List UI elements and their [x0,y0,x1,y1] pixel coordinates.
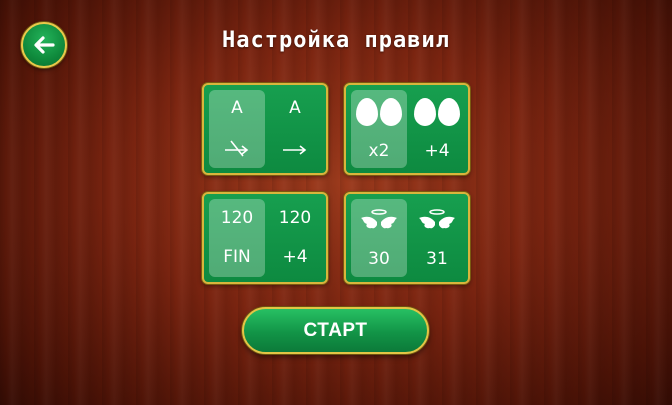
wings-rule-option-1[interactable]: 30 [351,199,407,277]
option-bottom-text: +4 [282,247,308,267]
ace-rule-option-1[interactable]: A [209,90,265,168]
angel-wings-icon [419,209,455,229]
eggs-icon [356,98,402,127]
option-bottom-text: 30 [368,249,390,270]
finish-rule-option-1[interactable]: 120 FIN [209,199,265,277]
ace-rule-option-2[interactable]: A [267,90,323,168]
card-wings-rule: 30 31 [344,192,470,284]
option-top-text: 120 [220,208,254,228]
start-button[interactable]: СТАРТ [242,307,429,354]
eggs-rule-option-1[interactable]: x2 [351,90,407,168]
card-ace-rule: A A [202,83,328,175]
option-top-text: A [231,98,243,119]
option-bottom-text: 31 [426,249,448,270]
eggs-icon [414,98,460,127]
option-top-text: 120 [278,208,312,228]
card-finish-rule: 120 FIN 120 +4 [202,192,328,284]
angel-wings-icon [361,209,397,229]
option-bottom-text: x2 [368,140,390,161]
finish-rule-option-2[interactable]: 120 +4 [267,199,323,277]
arrow-right-icon [283,145,307,155]
option-bottom-text: +4 [424,140,450,161]
option-bottom-text: FIN [223,247,251,267]
wings-rule-option-2[interactable]: 31 [409,199,465,277]
arrow-crossed-icon [225,140,249,157]
eggs-rule-option-2[interactable]: +4 [409,90,465,168]
card-eggs-rule: x2 +4 [344,83,470,175]
page-title: Настройка правил [222,28,450,53]
option-top-text: A [289,98,301,119]
